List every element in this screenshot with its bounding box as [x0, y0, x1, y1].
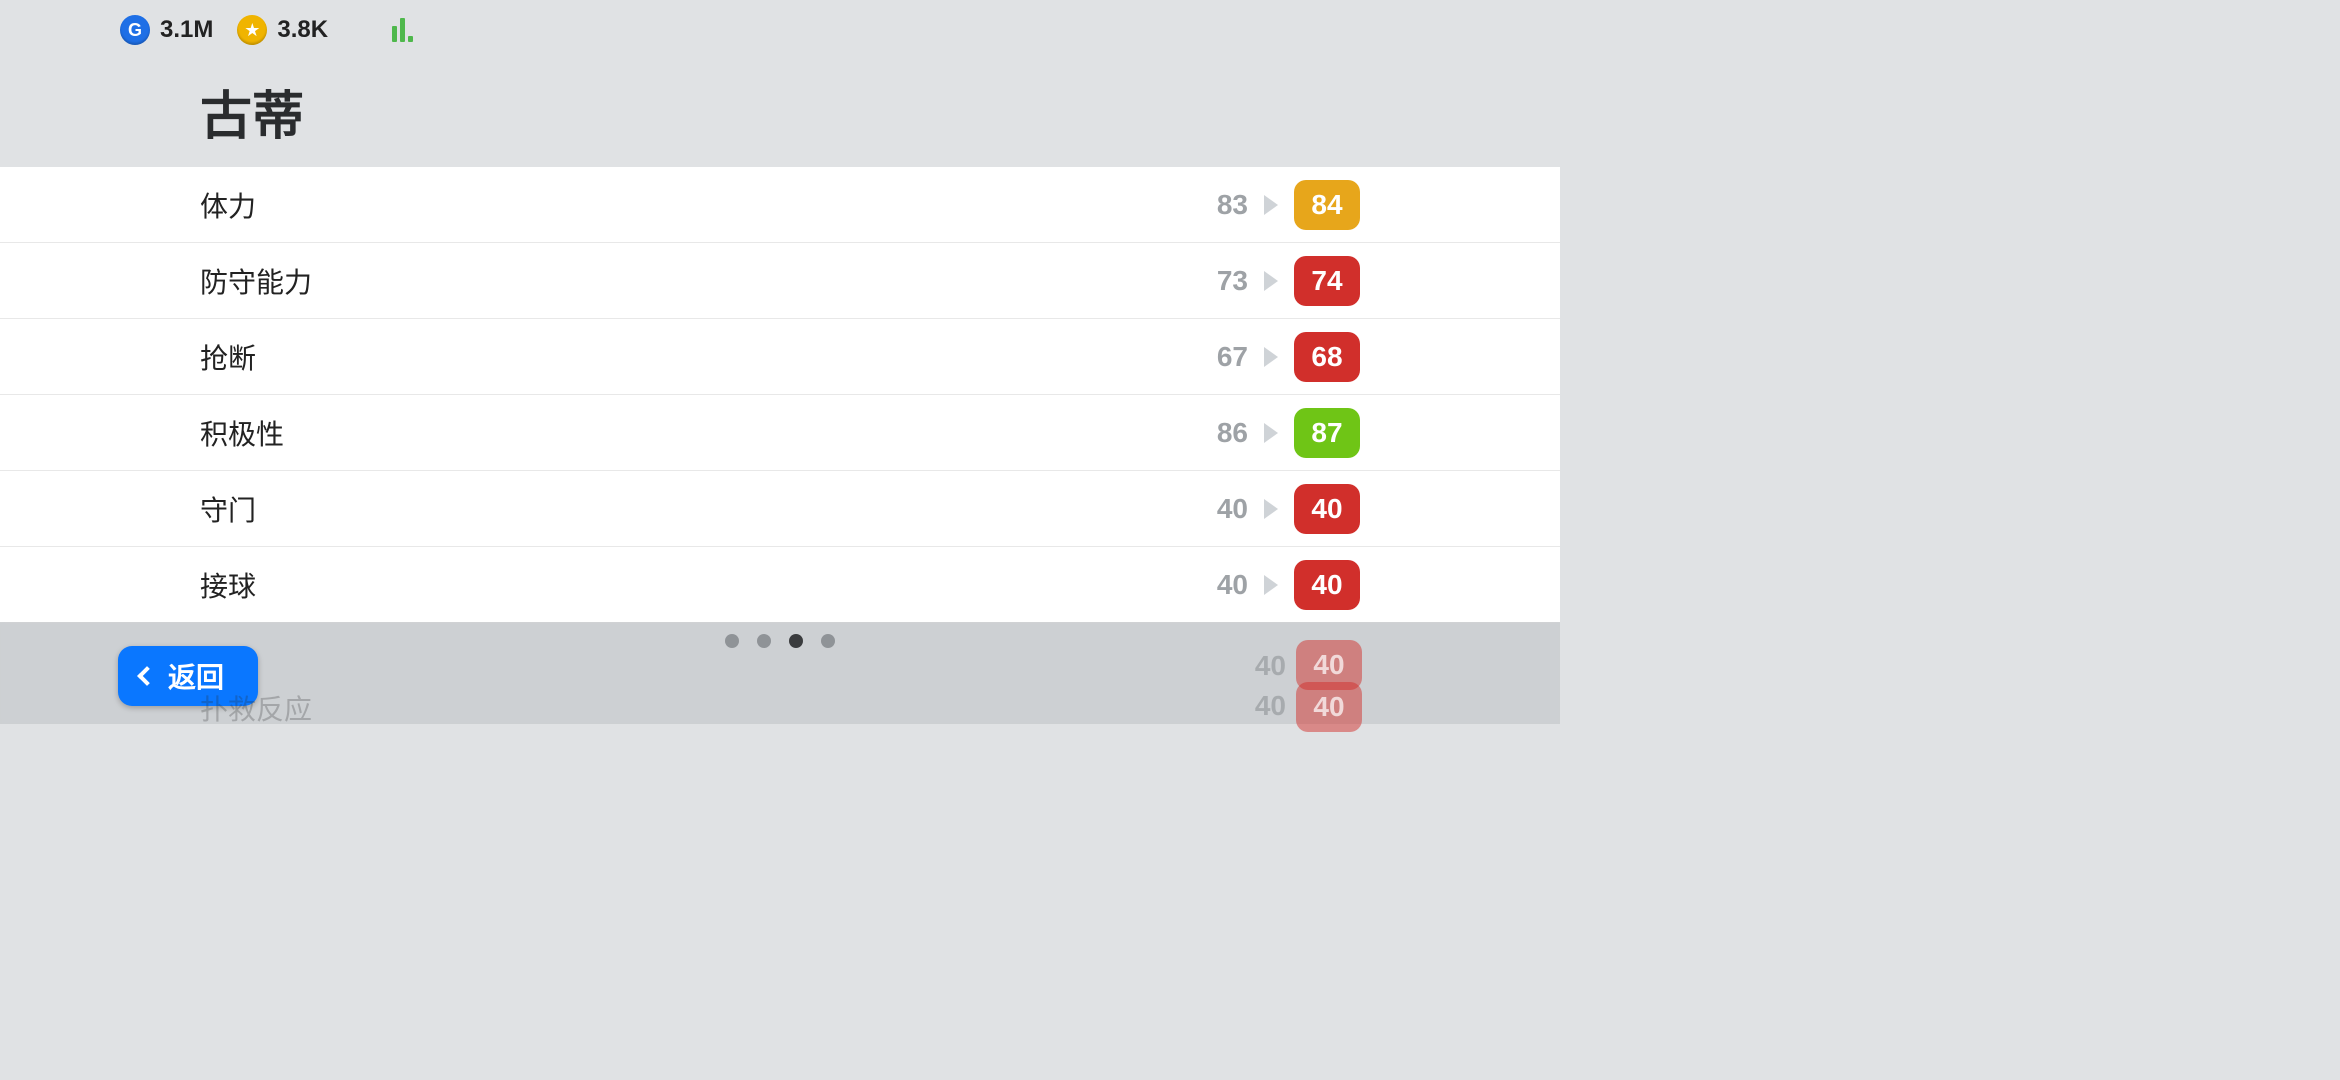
stat-old-value: 86 — [1204, 417, 1248, 449]
stat-old-value: 73 — [1204, 265, 1248, 297]
signal-bars-icon[interactable] — [392, 18, 413, 42]
triangle-right-icon — [1264, 347, 1278, 367]
stat-label: 守门 — [200, 489, 256, 529]
stat-old-value: 83 — [1204, 189, 1248, 221]
stat-label: 防守能力 — [200, 261, 312, 301]
footer-bar: 返回 40 40 扑救反应 40 40 — [0, 622, 1560, 724]
top-bar: G 3.1M ★ 3.8K — [0, 0, 1560, 46]
stat-label: 体力 — [200, 185, 256, 225]
stat-row[interactable]: 守门 40 40 — [0, 471, 1560, 547]
triangle-right-icon — [1264, 423, 1278, 443]
stat-old-value: 40 — [1204, 493, 1248, 525]
stat-values: 67 68 — [1204, 332, 1360, 382]
page-dots[interactable] — [725, 634, 835, 648]
ghost-row1-old-value: 40 — [1255, 650, 1286, 682]
triangle-right-icon — [1264, 575, 1278, 595]
ghost-row2-new-badge: 40 — [1296, 682, 1362, 732]
stat-values: 40 40 — [1204, 560, 1360, 610]
stat-row[interactable]: 接球 40 40 — [0, 547, 1560, 623]
triangle-right-icon — [1264, 499, 1278, 519]
stat-new-badge: 84 — [1294, 180, 1360, 230]
stat-old-value: 67 — [1204, 341, 1248, 373]
g-coin-icon: G — [120, 15, 150, 45]
stat-new-badge: 40 — [1294, 560, 1360, 610]
stat-row[interactable]: 抢断 67 68 — [0, 319, 1560, 395]
stats-panel[interactable]: 体力 83 84 防守能力 73 74 抢断 67 68 积极性 86 87 守门 40 40 接球 40 40 — [0, 167, 1560, 623]
player-name-title: 古蒂 — [0, 46, 1560, 167]
triangle-right-icon — [1264, 195, 1278, 215]
page-dot[interactable] — [757, 634, 771, 648]
page-dot[interactable] — [821, 634, 835, 648]
stat-new-badge: 87 — [1294, 408, 1360, 458]
chevron-left-icon — [137, 666, 157, 686]
stat-new-badge: 68 — [1294, 332, 1360, 382]
page-dot[interactable] — [725, 634, 739, 648]
stat-values: 73 74 — [1204, 256, 1360, 306]
ghost-row2-old-value: 40 — [1255, 690, 1286, 722]
currency-star-value: 3.8K — [277, 16, 328, 44]
stat-label: 抢断 — [200, 337, 256, 377]
currency-g: G 3.1M — [120, 15, 213, 45]
stat-row[interactable]: 体力 83 84 — [0, 167, 1560, 243]
currency-g-value: 3.1M — [160, 16, 213, 44]
stat-row[interactable]: 防守能力 73 74 — [0, 243, 1560, 319]
stat-new-badge: 40 — [1294, 484, 1360, 534]
stat-old-value: 40 — [1204, 569, 1248, 601]
stat-values: 86 87 — [1204, 408, 1360, 458]
stat-label: 积极性 — [200, 413, 284, 453]
star-coin-icon: ★ — [237, 15, 267, 45]
stat-new-badge: 74 — [1294, 256, 1360, 306]
stat-values: 40 40 — [1204, 484, 1360, 534]
currency-star: ★ 3.8K — [237, 15, 328, 45]
ghost-row2-label: 扑救反应 — [200, 688, 312, 728]
stat-values: 83 84 — [1204, 180, 1360, 230]
triangle-right-icon — [1264, 271, 1278, 291]
stat-label: 接球 — [200, 565, 256, 605]
page-dot[interactable] — [789, 634, 803, 648]
stat-row[interactable]: 积极性 86 87 — [0, 395, 1560, 471]
